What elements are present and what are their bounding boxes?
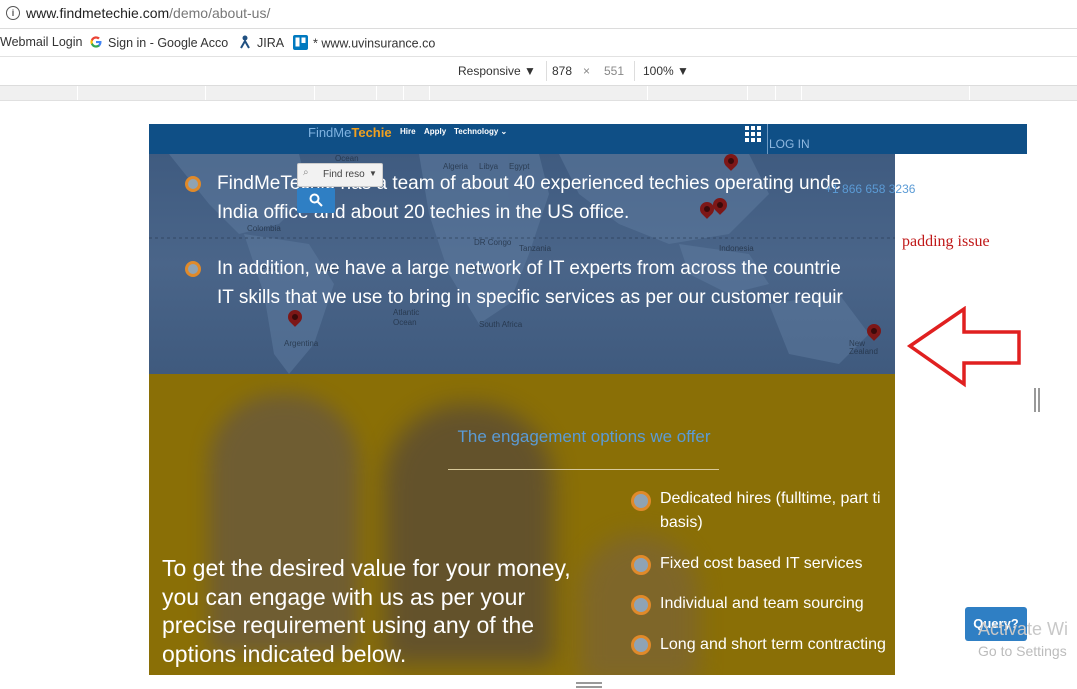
map-section: Ocean Algeria Libya Egypt Colombia DR Co… bbox=[149, 154, 895, 374]
trello-icon bbox=[293, 35, 308, 53]
bookmark-label: * www.uvinsurance.co bbox=[313, 36, 436, 51]
bookmark-jira[interactable]: JIRA bbox=[238, 35, 284, 52]
login-link[interactable]: LOG IN bbox=[769, 137, 810, 151]
emulated-viewport: FindMeTechie Hire Apply Technology ⌄ LOG… bbox=[149, 124, 1027, 675]
bookmark-google[interactable]: Sign in - Google Acco bbox=[89, 35, 228, 52]
separator bbox=[767, 124, 768, 154]
separator bbox=[634, 61, 635, 81]
option-line: Dedicated hires (fulltime, part ti bbox=[660, 490, 881, 507]
resize-handle-right[interactable] bbox=[1034, 388, 1036, 412]
engagement-title: The engagement options we offer bbox=[457, 427, 711, 446]
zoom-select[interactable]: 100% ▼ bbox=[643, 64, 689, 78]
logo-part2: Techie bbox=[351, 125, 392, 140]
map-bullet-line: IT skills that we use to bring in specif… bbox=[217, 287, 843, 308]
search-button[interactable] bbox=[297, 188, 335, 213]
bookmark-uvinsurance[interactable]: * www.uvinsurance.co bbox=[293, 35, 435, 53]
dropdown-arrow-icon: ▼ bbox=[524, 64, 536, 78]
search-icon bbox=[309, 193, 323, 207]
bullet-icon bbox=[631, 595, 651, 615]
bullet-icon bbox=[185, 176, 201, 192]
zoom-label: 100% bbox=[643, 64, 674, 78]
nav-hire[interactable]: Hire bbox=[400, 127, 416, 136]
chevron-down-icon: ⌄ bbox=[500, 127, 508, 136]
nav-technology[interactable]: Technology ⌄ bbox=[454, 127, 507, 136]
google-icon bbox=[89, 35, 103, 52]
option-line: Long and short term contracting bbox=[660, 636, 886, 653]
site-logo[interactable]: FindMeTechie bbox=[308, 125, 392, 140]
bookmark-label: JIRA bbox=[257, 35, 285, 50]
resize-handle-bottom[interactable] bbox=[576, 682, 602, 684]
search-select[interactable]: ⌕ Find reso ▼ bbox=[297, 163, 383, 187]
grid-menu-icon[interactable] bbox=[745, 126, 761, 147]
map-label: Tanzania bbox=[519, 244, 552, 253]
red-arrow-icon bbox=[906, 306, 1021, 388]
height-input[interactable]: 551 bbox=[604, 64, 624, 78]
width-input[interactable]: 878 bbox=[552, 64, 572, 78]
url-domain: www.findmetechie.com bbox=[26, 5, 170, 21]
phone-number[interactable]: +1 866 658 3236 bbox=[825, 182, 915, 196]
map-label: DR Congo bbox=[474, 238, 512, 247]
map-label: New Zealand bbox=[849, 339, 878, 356]
media-query-ruler[interactable] bbox=[0, 86, 1077, 101]
map-bullet-line: India office and about 20 techies in the… bbox=[217, 202, 630, 223]
nav-technology-label: Technology bbox=[454, 127, 499, 136]
map-label: Argentina bbox=[284, 339, 319, 348]
option-line: basis) bbox=[660, 514, 703, 531]
device-select[interactable]: Responsive ▼ bbox=[458, 64, 536, 78]
bullet-icon bbox=[631, 635, 651, 655]
bullet-icon bbox=[185, 261, 201, 277]
jira-icon bbox=[238, 35, 252, 52]
dropdown-arrow-icon: ▼ bbox=[677, 64, 689, 78]
option-line: Individual and team sourcing bbox=[660, 595, 864, 612]
map-label: Indonesia bbox=[719, 244, 754, 253]
dropdown-arrow-icon: ▼ bbox=[369, 169, 377, 178]
bullet-icon bbox=[631, 491, 651, 511]
logo-part1: FindMe bbox=[308, 125, 352, 140]
option-line: Fixed cost based IT services bbox=[660, 555, 863, 572]
map-label: South Africa bbox=[479, 320, 523, 329]
nav-apply[interactable]: Apply bbox=[424, 127, 446, 136]
device-label: Responsive bbox=[458, 64, 521, 78]
device-toolbar: Responsive ▼ 878 × 551 100% ▼ bbox=[0, 57, 1077, 86]
watermark-line: Activate Wi bbox=[978, 619, 1069, 639]
title-underline bbox=[448, 469, 719, 470]
engagement-text: To get the desired value for your money,… bbox=[162, 555, 571, 667]
annotation-text: padding issue bbox=[902, 233, 990, 250]
search-icon: ⌕ bbox=[303, 167, 309, 178]
separator bbox=[546, 61, 547, 81]
url-text[interactable]: www.findmetechie.com/demo/about-us/ bbox=[26, 5, 270, 21]
map-bullet-line: In addition, we have a large network of … bbox=[217, 258, 841, 279]
bookmarks-bar: Webmail Login Sign in - Google Acco JIRA… bbox=[0, 29, 1077, 57]
info-icon[interactable]: i bbox=[6, 6, 20, 20]
map-label: Ocean bbox=[335, 154, 359, 163]
bookmark-webmail[interactable]: Webmail Login bbox=[0, 35, 82, 49]
site-header: FindMeTechie Hire Apply Technology ⌄ LOG… bbox=[149, 124, 1027, 154]
bookmark-label: Sign in - Google Acco bbox=[108, 35, 229, 50]
bullet-icon bbox=[631, 555, 651, 575]
bookmark-label: Webmail Login bbox=[0, 35, 83, 49]
url-path: /demo/about-us/ bbox=[169, 5, 271, 21]
engagement-section: The engagement options we offer To get t… bbox=[149, 374, 895, 675]
times-symbol: × bbox=[583, 64, 591, 78]
search-placeholder: Find reso bbox=[323, 169, 365, 180]
resize-handle-right[interactable] bbox=[1038, 388, 1040, 412]
resize-handle-bottom[interactable] bbox=[576, 686, 602, 688]
address-bar[interactable]: i www.findmetechie.com/demo/about-us/ bbox=[0, 0, 1077, 29]
watermark-line: Go to Settings bbox=[978, 643, 1067, 659]
